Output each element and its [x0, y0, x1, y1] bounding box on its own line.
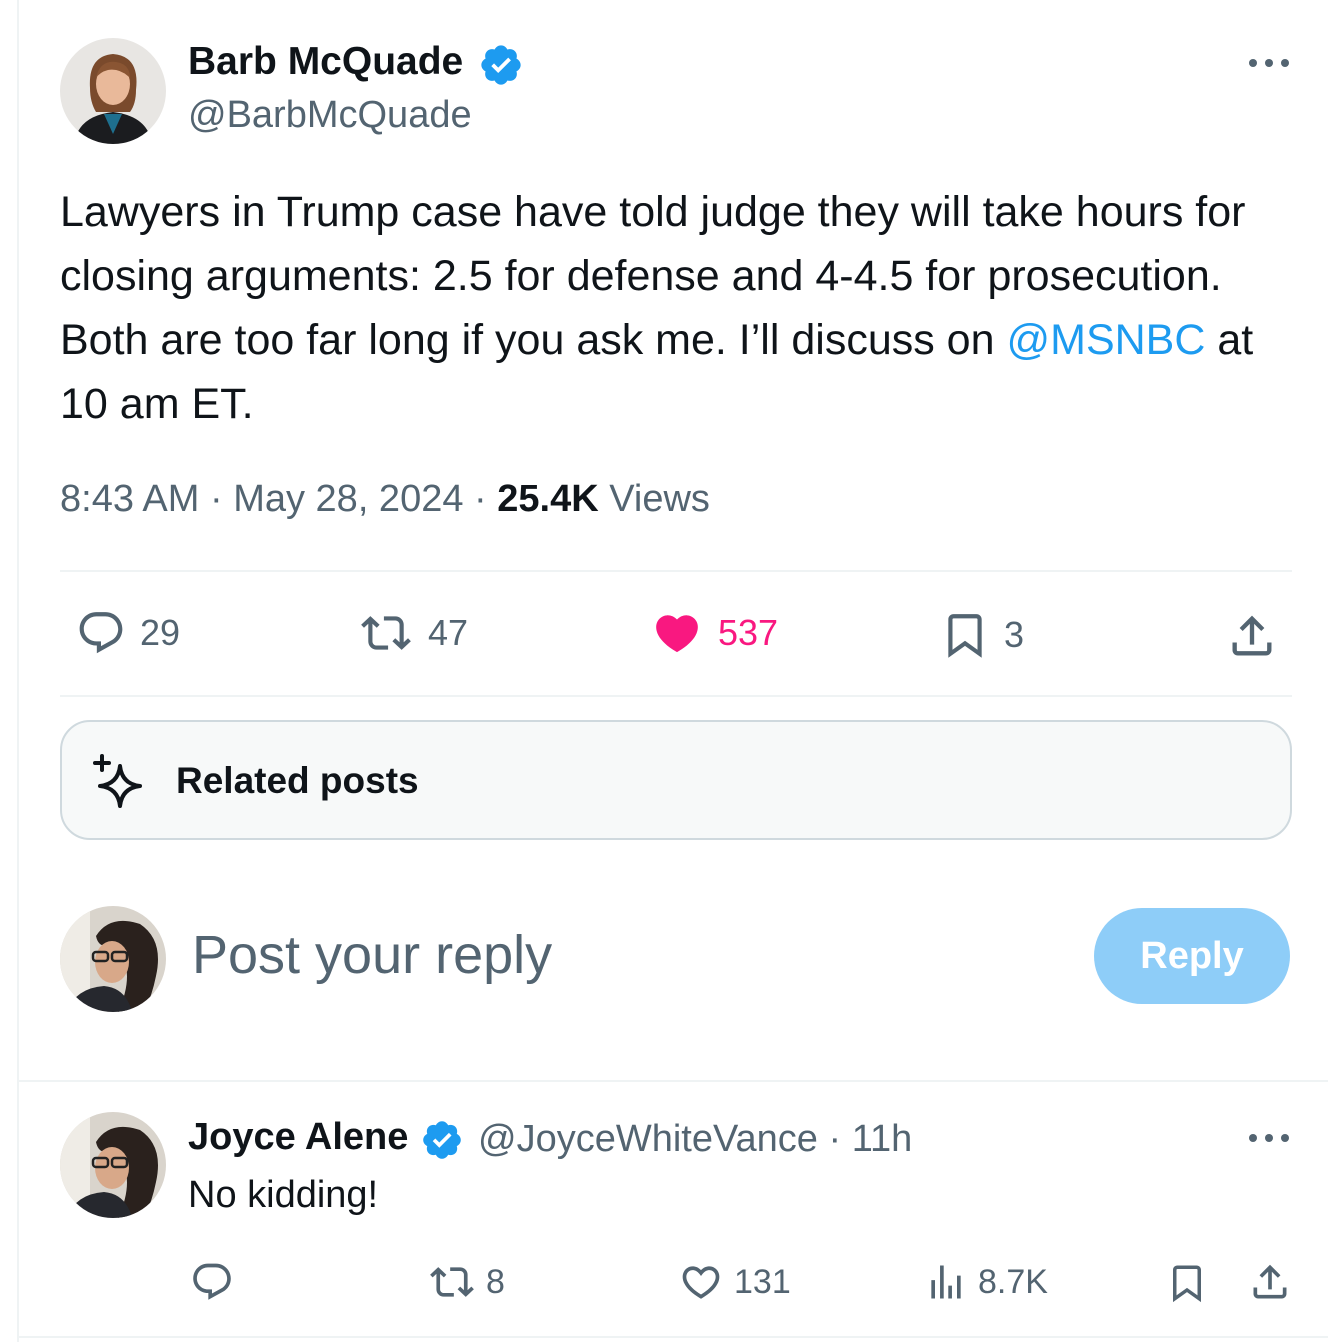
reply-views-action[interactable]: 8.7K — [924, 1260, 1048, 1304]
divider — [17, 1080, 1328, 1082]
reply-action[interactable]: 29 — [76, 608, 180, 658]
post-meta: 8:43 AM · May 28, 2024 · 25.4K Views — [60, 478, 710, 521]
bookmark-count: 3 — [1004, 614, 1025, 655]
bookmark-icon — [1173, 1265, 1201, 1303]
mention-link[interactable]: @MSNBC — [1006, 316, 1205, 364]
post-date[interactable]: May 28, 2024 — [233, 478, 463, 520]
reply-input[interactable] — [192, 920, 1052, 990]
views-icon — [931, 1265, 961, 1299]
more-icon[interactable] — [1249, 1131, 1289, 1145]
reply-icon — [193, 1263, 231, 1300]
heart-icon — [682, 1266, 720, 1299]
reply-author-name[interactable]: Joyce Alene — [188, 1116, 408, 1159]
share-icon — [1232, 615, 1272, 656]
divider — [60, 570, 1292, 572]
repost-action[interactable]: 47 — [358, 608, 468, 658]
like-count: 537 — [718, 612, 779, 653]
reply-author-handle[interactable]: @JoyceWhiteVance — [478, 1118, 818, 1160]
post-detail-view: Barb McQuade @BarbMcQuade Lawyers in Tru… — [0, 0, 1328, 1342]
views-count: 25.4K — [497, 478, 599, 520]
post-time[interactable]: 8:43 AM — [60, 478, 199, 520]
reply-bookmark-action[interactable] — [1166, 1260, 1208, 1306]
share-icon — [1253, 1264, 1287, 1299]
reply-icon — [79, 612, 123, 654]
bookmark-action[interactable]: 3 — [940, 608, 1024, 662]
reply-like-count: 131 — [734, 1262, 791, 1301]
author-avatar[interactable] — [60, 38, 166, 144]
author-display-name[interactable]: Barb McQuade — [188, 40, 463, 84]
divider — [17, 1336, 1328, 1338]
reply-reply-action[interactable] — [190, 1260, 234, 1304]
reply-count: 29 — [140, 612, 181, 653]
repost-icon — [430, 1267, 474, 1297]
divider — [60, 695, 1292, 697]
column-border — [17, 0, 19, 1342]
bookmark-icon — [948, 614, 982, 658]
post-text: Lawyers in Trump case have told judge th… — [60, 180, 1280, 436]
reply-text: No kidding! — [188, 1174, 379, 1216]
reply-views-count: 8.7K — [978, 1262, 1048, 1301]
current-user-avatar[interactable] — [60, 906, 166, 1012]
views-label: Views — [609, 478, 710, 520]
reply-author-handle-line: @JoyceWhiteVance · 11h — [478, 1118, 912, 1161]
reply-like-action[interactable]: 131 — [678, 1260, 791, 1304]
like-action[interactable]: 537 — [650, 608, 778, 658]
meta-separator: · — [209, 478, 223, 520]
reply-button[interactable]: Reply — [1094, 908, 1290, 1004]
avatar-image — [60, 1112, 166, 1218]
avatar-image — [60, 38, 166, 144]
repost-count: 47 — [428, 612, 469, 653]
reply-repost-count: 8 — [486, 1262, 505, 1301]
reply-author-avatar[interactable] — [60, 1112, 166, 1218]
repost-icon — [361, 616, 411, 650]
more-icon[interactable] — [1249, 56, 1289, 70]
verified-badge-icon[interactable] — [420, 1118, 464, 1162]
reply-age[interactable]: 11h — [852, 1118, 913, 1160]
meta-separator: · — [474, 478, 487, 520]
verified-badge-icon[interactable] — [478, 42, 524, 88]
avatar-image — [60, 906, 166, 1012]
heart-filled-icon — [656, 615, 698, 653]
related-posts-card[interactable]: Related posts — [60, 720, 1292, 840]
author-handle[interactable]: @BarbMcQuade — [188, 94, 472, 137]
reply-share-action[interactable] — [1248, 1260, 1292, 1304]
related-posts-label: Related posts — [176, 760, 419, 801]
reply-repost-action[interactable]: 8 — [428, 1260, 505, 1304]
share-action[interactable] — [1226, 610, 1278, 662]
sparkle-icon — [93, 754, 142, 808]
meta-separator: · — [828, 1118, 842, 1160]
